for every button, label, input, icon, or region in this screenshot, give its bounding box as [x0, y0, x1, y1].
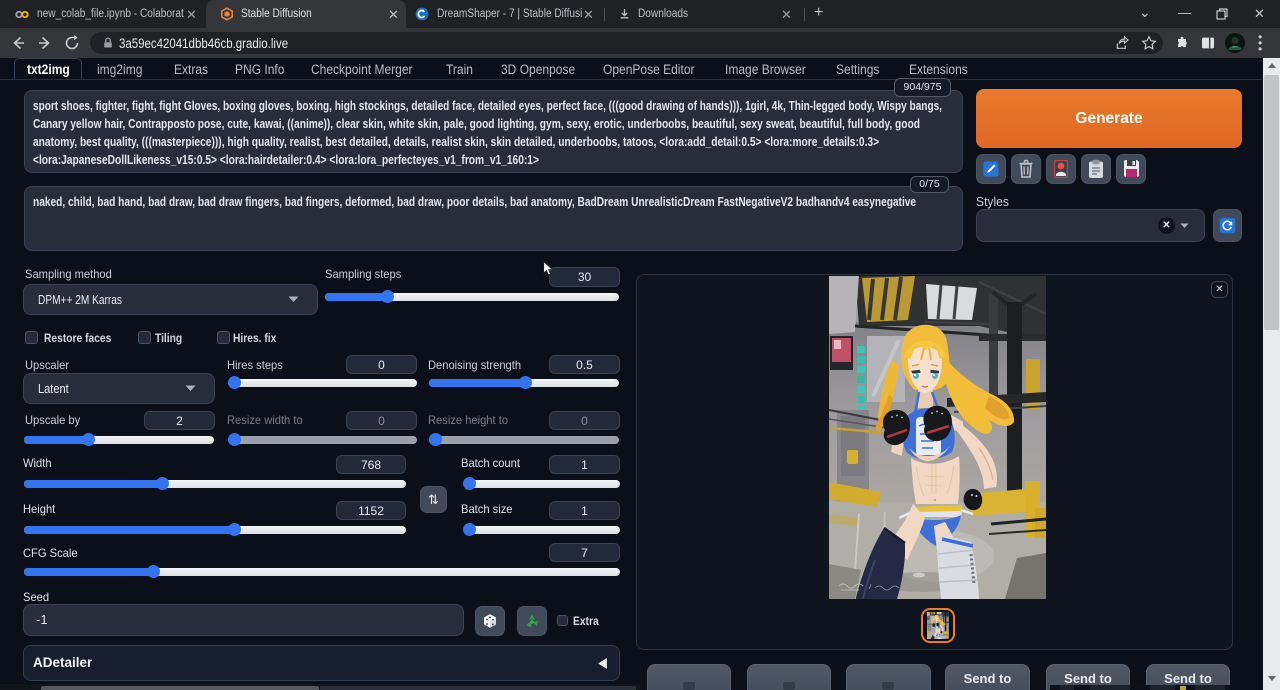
svg-text:dev: dev	[1232, 45, 1238, 49]
